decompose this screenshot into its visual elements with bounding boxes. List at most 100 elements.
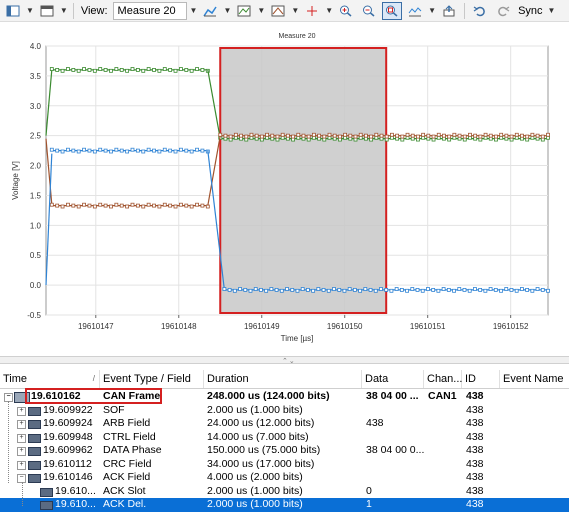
- y-tick-label: 2.0: [30, 162, 42, 171]
- series-point: [71, 148, 76, 153]
- field-icon: [28, 447, 41, 456]
- table-row[interactable]: +19.609962 DATA Phase 150.000 us (75.000 b…: [0, 444, 569, 458]
- y-tick-label: 1.0: [30, 221, 42, 230]
- table-row[interactable]: +19.609922 SOF 2.000 us (1.000 bits) 438: [0, 404, 569, 418]
- series-point: [248, 288, 253, 293]
- view-select[interactable]: Measure 20: [112, 1, 187, 20]
- chevron-down-icon[interactable]: ▼: [257, 6, 265, 15]
- chevron-down-icon[interactable]: ▼: [190, 6, 198, 15]
- field-icon: [28, 420, 41, 429]
- series-point: [504, 287, 509, 291]
- series-point: [184, 148, 189, 153]
- field-icon: [28, 406, 41, 416]
- column-header-channel[interactable]: Chan...: [424, 370, 462, 388]
- series-point: [249, 132, 254, 137]
- cell-time: 19.610112: [43, 457, 92, 470]
- column-header-event-type[interactable]: Event Type / Field: [100, 370, 204, 388]
- zoom-in-icon[interactable]: [336, 2, 356, 20]
- cell-id: 438: [466, 430, 484, 443]
- series-point: [421, 135, 426, 140]
- table-row[interactable]: −19.610146 ACK Field 4.000 us (2.000 bits)…: [0, 471, 569, 485]
- measure-icon[interactable]: [268, 2, 288, 20]
- zoom-area-icon[interactable]: [382, 1, 403, 20]
- chevron-down-icon[interactable]: ▼: [223, 6, 231, 15]
- series-point: [327, 135, 332, 140]
- series-point: [337, 287, 342, 292]
- column-header-event-name[interactable]: Event Name: [500, 370, 569, 388]
- series-point: [509, 287, 514, 292]
- series-point: [130, 147, 135, 152]
- series-point: [483, 288, 488, 293]
- table-row[interactable]: +19.609924 ARB Field 24.000 us (12.000 bit…: [0, 417, 569, 431]
- cell-data: 38 04 00 0...: [366, 444, 425, 456]
- cell-event-type: CTRL Field: [103, 430, 156, 443]
- expand-icon[interactable]: +: [17, 406, 26, 416]
- y-tick-label: 0.5: [30, 251, 42, 260]
- series-point: [92, 204, 97, 209]
- export-icon[interactable]: [439, 2, 459, 20]
- fit-icon[interactable]: [405, 2, 425, 20]
- series-point: [415, 287, 420, 292]
- table-row[interactable]: 19.610... ACK Slot 2.000 us (1.000 bits) 0 4…: [0, 485, 569, 499]
- series-point: [431, 137, 436, 142]
- series-point: [92, 149, 97, 154]
- layout-icon[interactable]: [3, 2, 23, 20]
- series-point: [400, 137, 405, 142]
- series-point: [55, 148, 60, 153]
- series-point: [311, 132, 316, 137]
- expand-icon[interactable]: +: [17, 460, 26, 470]
- series-point: [364, 133, 368, 138]
- view-label: View:: [80, 4, 108, 17]
- window-icon[interactable]: [37, 2, 57, 20]
- series-point: [488, 133, 493, 138]
- chevron-down-icon[interactable]: ▼: [548, 6, 556, 15]
- table-row[interactable]: +19.610112 CRC Field 34.000 us (17.000 bit…: [0, 458, 569, 472]
- cursor-icon[interactable]: [302, 2, 322, 20]
- series-point: [520, 287, 524, 291]
- series-point: [254, 133, 259, 138]
- column-header-id[interactable]: ID: [462, 370, 500, 388]
- tree-connector: [22, 482, 23, 506]
- zoom-out-icon[interactable]: [359, 2, 379, 20]
- chevron-down-icon[interactable]: ▼: [60, 6, 68, 15]
- chart-type-icon[interactable]: [200, 2, 220, 20]
- table-row[interactable]: 19.610... ACK Del. 2.000 us (1.000 bits) 1 4…: [0, 498, 569, 512]
- column-header-data[interactable]: Data: [362, 370, 424, 388]
- expand-icon[interactable]: +: [17, 447, 26, 456]
- waveform-chart[interactable]: Measure 20 4.0 3.5 3.0 2.5 2.0 1.5 1.0 0.5 0.0 -0.…: [0, 26, 569, 354]
- series-point: [82, 67, 86, 71]
- undo-icon[interactable]: [470, 2, 490, 20]
- column-header-time[interactable]: Time /: [0, 370, 100, 388]
- redo-icon[interactable]: [493, 2, 513, 20]
- series-point: [200, 203, 205, 208]
- series-point: [442, 133, 446, 138]
- series-point: [374, 135, 379, 140]
- chevron-down-icon[interactable]: ▼: [26, 6, 34, 15]
- pane-splitter[interactable]: ⌃⌄: [0, 356, 569, 365]
- series-point: [509, 134, 514, 139]
- series-point: [530, 288, 535, 293]
- sync-button[interactable]: Sync: [516, 5, 544, 17]
- chevron-down-icon[interactable]: ▼: [325, 6, 333, 15]
- series-point: [540, 287, 545, 292]
- series-point: [60, 68, 65, 73]
- chevron-down-icon[interactable]: ▼: [291, 6, 299, 15]
- expand-icon[interactable]: +: [17, 420, 26, 429]
- cell-duration: 150.000 us (75.000 bits): [207, 444, 321, 456]
- selection-region[interactable]: [219, 47, 388, 314]
- column-header-duration[interactable]: Duration: [204, 370, 362, 388]
- chevron-down-icon[interactable]: ▼: [428, 6, 436, 15]
- series-point: [76, 149, 81, 154]
- expand-icon[interactable]: +: [17, 433, 26, 443]
- splitter-grip-icon[interactable]: ⌃⌄: [282, 357, 296, 365]
- y-tick-label: 2.5: [30, 132, 42, 141]
- series-point: [395, 133, 400, 138]
- series-point: [358, 135, 363, 140]
- toolbar-separator: [464, 2, 466, 19]
- series-point: [173, 68, 178, 73]
- table-row[interactable]: +19.609948 CTRL Field 14.000 us (7.000 bit…: [0, 431, 569, 445]
- cell-time: 19.609922: [43, 403, 93, 416]
- series-point: [71, 203, 76, 208]
- series-point: [457, 133, 462, 138]
- graph-icon[interactable]: [234, 2, 254, 20]
